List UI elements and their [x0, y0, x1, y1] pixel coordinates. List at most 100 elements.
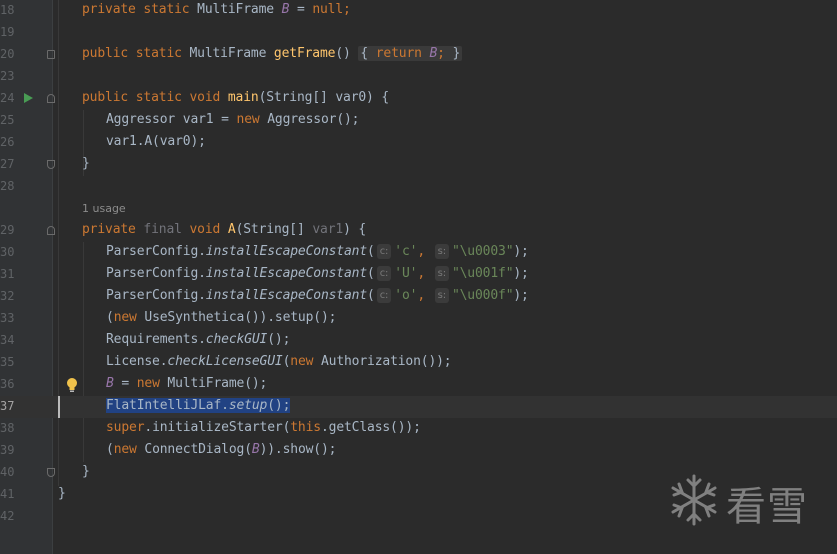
code-line-30[interactable]: 30 ParserConfig.installEscapeConstant(c:… [0, 242, 837, 264]
code-line-29[interactable]: 29 private final void A(String[] var1) { [0, 220, 837, 242]
keyword: void [189, 222, 228, 237]
code-line-19[interactable]: 19 [0, 22, 837, 44]
statement: ConnectDialog( [136, 442, 252, 457]
code-text: } [82, 156, 90, 171]
selection[interactable]: FlatIntelliJLaf.setup(); [106, 398, 290, 413]
code-line-28[interactable]: 28 [0, 176, 837, 198]
code-line-34[interactable]: 34 Requirements.checkGUI(); [0, 330, 837, 352]
statement-end: (); [267, 398, 291, 413]
static-field: B [106, 376, 114, 391]
unused-parameter: var1 [312, 222, 344, 237]
line-number: 42 [0, 509, 15, 523]
statement: Authorization()); [313, 354, 452, 369]
code-text: B = new MultiFrame(); [106, 376, 267, 391]
class-name: ParserConfig. [106, 266, 206, 281]
paren: ( [367, 266, 375, 281]
parameter-hint: c: [376, 244, 392, 259]
code-line-20[interactable]: 20 public static MultiFrame getFrame() {… [0, 44, 837, 66]
string-literal: "\u000f" [451, 288, 514, 303]
keyword-new: new [236, 112, 260, 127]
class-name: FlatIntelliJLaf. [106, 398, 229, 413]
code-text: (new ConnectDialog(B)).show(); [106, 442, 336, 457]
line-number: 19 [0, 25, 15, 39]
keyword-new: new [113, 310, 137, 325]
comma: , [417, 266, 433, 281]
code-line-26[interactable]: 26 var1.A(var0); [0, 132, 837, 154]
parameter-hint: c: [376, 288, 392, 303]
char-literal: 'U' [394, 266, 418, 281]
code-text: public static void main(String[] var0) { [82, 90, 389, 105]
code-line-36[interactable]: 36 B = new MultiFrame(); [0, 374, 837, 396]
paren: ( [367, 288, 375, 303]
keyword-final: final [143, 222, 190, 237]
code-line-25[interactable]: 25 Aggressor var1 = new Aggressor(); [0, 110, 837, 132]
operator: = [289, 2, 313, 17]
statement-end: ); [513, 266, 529, 281]
keyword-this: this [290, 420, 321, 435]
code-text: ParserConfig.installEscapeConstant(c:'c'… [106, 244, 529, 259]
class-name: License. [106, 354, 168, 369]
fold-marker-icon[interactable] [47, 226, 55, 235]
statement: .initializeStarter( [144, 420, 291, 435]
code-line-32[interactable]: 32 ParserConfig.installEscapeConstant(c:… [0, 286, 837, 308]
code-text: public static MultiFrame getFrame() { re… [82, 46, 463, 61]
line-number: 20 [0, 47, 15, 61]
string-literal: "\u001f" [451, 266, 514, 281]
code-line-38[interactable]: 38 super.initializeStarter(this.getClass… [0, 418, 837, 440]
comma: , [417, 244, 433, 259]
line-number: 38 [0, 421, 15, 435]
statement-end: ); [513, 288, 529, 303]
code-line-31[interactable]: 31 ParserConfig.installEscapeConstant(c:… [0, 264, 837, 286]
code-line-35[interactable]: 35 License.checkLicenseGUI(new Authoriza… [0, 352, 837, 374]
statement-end: (); [267, 332, 291, 347]
code-editor[interactable]: 18 private static MultiFrame B = null; 1… [0, 0, 837, 554]
code-line-37[interactable]: 37 FlatIntelliJLaf.setup(); [0, 396, 837, 418]
intention-bulb-icon[interactable] [66, 377, 78, 397]
type-name: MultiFrame [181, 46, 274, 61]
static-field: B [251, 442, 260, 457]
paren: ( [106, 442, 114, 457]
fold-marker-icon[interactable] [47, 50, 55, 59]
code-line-18[interactable]: 18 private static MultiFrame B = null; [0, 0, 837, 22]
folded-body[interactable]: { return B; } [358, 46, 463, 61]
operator: = [113, 376, 137, 391]
line-number: 26 [0, 135, 15, 149]
paren: ( [367, 244, 375, 259]
line-number: 30 [0, 245, 15, 259]
statement: UseSynthetica()).setup(); [136, 310, 337, 325]
code-line-39[interactable]: 39 (new ConnectDialog(B)).show(); [0, 440, 837, 462]
string-literal: "\u0003" [451, 244, 514, 259]
static-method: setup [228, 398, 268, 413]
line-number: 27 [0, 157, 15, 171]
line-number: 33 [0, 311, 15, 325]
class-name: ParserConfig. [106, 244, 206, 259]
watermark-text: 看雪 [726, 484, 808, 530]
code-line-27[interactable]: 27 } [0, 154, 837, 176]
code-text: super.initializeStarter(this.getClass())… [106, 420, 421, 435]
code-text: (new UseSynthetica()).setup(); [106, 310, 336, 325]
fold-marker-icon[interactable] [47, 468, 55, 477]
line-number: 35 [0, 355, 15, 369]
signature: ) { [343, 222, 367, 237]
fold-marker-icon[interactable] [47, 94, 55, 103]
parameter-hint: s: [434, 266, 449, 281]
method-name: main [227, 90, 259, 105]
line-number: 37 [0, 399, 15, 413]
line-number: 25 [0, 113, 15, 127]
keyword: private [82, 222, 144, 237]
watermark: 看雪 [664, 470, 824, 530]
text-caret [58, 396, 60, 418]
code-line-33[interactable]: 33 (new UseSynthetica()).setup(); [0, 308, 837, 330]
code-text: License.checkLicenseGUI(new Authorizatio… [106, 354, 452, 369]
keyword: public static void [82, 90, 228, 105]
static-method: installEscapeConstant [205, 266, 368, 281]
fold-marker-icon[interactable] [47, 160, 55, 169]
run-gutter-icon[interactable] [24, 93, 33, 103]
line-number: 28 [0, 179, 15, 193]
static-method: checkLicenseGUI [167, 354, 283, 369]
parameter-hint: s: [434, 288, 449, 303]
code-line-23[interactable]: 23 [0, 66, 837, 88]
code-line-24[interactable]: 24 public static void main(String[] var0… [0, 88, 837, 110]
usage-hint[interactable]: 1 usage [82, 202, 126, 215]
static-method: installEscapeConstant [205, 244, 368, 259]
